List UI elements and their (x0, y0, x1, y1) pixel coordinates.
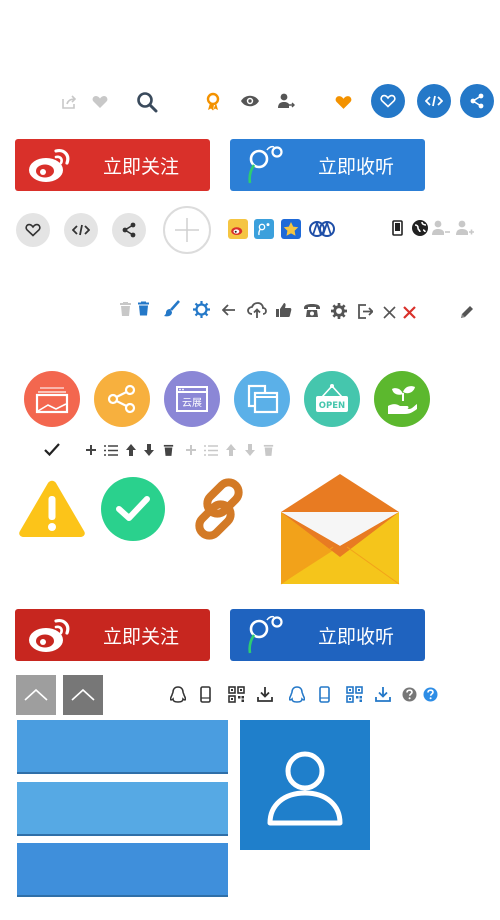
weibo-icon (15, 609, 85, 661)
share-button[interactable] (112, 213, 146, 247)
user-icon (267, 751, 343, 826)
download-icon[interactable] (375, 686, 391, 702)
qrcode-icon[interactable] (228, 686, 245, 703)
search-icon[interactable] (136, 91, 158, 113)
trash-icon[interactable] (137, 301, 150, 316)
follow-weibo-button[interactable]: 立即关注 (15, 609, 210, 661)
trash-icon[interactable] (119, 302, 132, 316)
scroll-top-button[interactable] (63, 675, 103, 715)
mobile-icon[interactable] (200, 686, 211, 703)
trash-icon[interactable] (263, 444, 274, 456)
heart-icon (25, 223, 41, 237)
follow-label: 立即关注 (103, 625, 180, 648)
tencent-weibo-icon (230, 139, 300, 191)
blue-tile[interactable] (17, 843, 228, 897)
eye-icon[interactable] (240, 94, 260, 108)
list-icon[interactable] (104, 445, 118, 456)
help-icon[interactable] (402, 687, 417, 702)
follow-label: 立即关注 (103, 155, 180, 178)
cloud-display-icon[interactable]: 云展 (164, 371, 220, 427)
link-icon (187, 475, 255, 543)
list-icon[interactable] (204, 445, 218, 456)
tencent-weibo-icon (230, 609, 300, 661)
close-icon[interactable] (403, 306, 416, 319)
brush-icon[interactable] (163, 300, 181, 318)
share-out-icon[interactable] (61, 94, 77, 110)
blue-tile[interactable] (17, 782, 228, 836)
weibo-icon (15, 139, 85, 191)
listen-qq-button[interactable]: 立即收听 (230, 609, 425, 661)
open-sign-label: OPEN (319, 401, 345, 411)
warning-icon (19, 480, 85, 538)
share-icon (122, 222, 136, 238)
scroll-top-button[interactable] (16, 675, 56, 715)
arrow-down-icon[interactable] (244, 444, 256, 456)
cloud-upload-icon[interactable] (247, 302, 267, 318)
listen-label: 立即收听 (318, 155, 395, 178)
cloud-label: 云展 (182, 397, 202, 409)
phone-icon[interactable] (303, 303, 321, 318)
listen-label: 立即收听 (318, 625, 395, 648)
check-icon[interactable] (44, 443, 60, 456)
user-avatar-tile[interactable] (240, 720, 370, 850)
pencil-icon[interactable] (459, 305, 474, 320)
heart-icon[interactable] (92, 95, 108, 109)
share-circle-icon[interactable] (460, 84, 494, 118)
code-circle-icon[interactable] (417, 84, 451, 118)
award-icon (205, 92, 221, 112)
qrcode-icon[interactable] (346, 686, 363, 703)
envelope-icon (280, 473, 400, 585)
code-button[interactable] (64, 213, 98, 247)
weibo-icon[interactable] (228, 219, 248, 239)
code-icon (72, 224, 90, 236)
close-icon[interactable] (383, 306, 396, 319)
open-sign-icon[interactable]: OPEN (304, 371, 360, 427)
gear-icon[interactable] (193, 301, 210, 318)
plus-icon (175, 218, 199, 242)
globe-icon[interactable] (411, 219, 429, 237)
arrow-up-icon[interactable] (125, 444, 137, 456)
user-follow-icon[interactable] (277, 93, 295, 109)
user-add-icon[interactable] (431, 220, 451, 236)
mobile-icon[interactable] (392, 220, 403, 236)
heart-button[interactable] (16, 213, 50, 247)
chevron-up-icon (24, 688, 48, 701)
share-icon[interactable] (94, 371, 150, 427)
renren-icon[interactable] (308, 220, 336, 238)
arrow-down-icon[interactable] (143, 444, 155, 456)
chevron-up-icon (71, 688, 95, 701)
qq-icon[interactable] (170, 686, 186, 704)
help-icon[interactable] (423, 687, 438, 702)
heart-filled-icon[interactable] (335, 95, 352, 110)
download-icon[interactable] (257, 686, 273, 702)
plant-hand-icon[interactable] (374, 371, 430, 427)
follow-weibo-button[interactable]: 立即关注 (15, 139, 210, 191)
tencent-weibo-icon[interactable] (254, 219, 274, 239)
arrow-left-icon[interactable] (222, 304, 236, 316)
user-add-icon[interactable] (455, 220, 475, 236)
mobile-icon[interactable] (319, 686, 330, 703)
check-circle-icon (101, 477, 165, 541)
add-button[interactable] (163, 206, 211, 254)
gear-icon[interactable] (331, 303, 347, 319)
plus-icon[interactable] (186, 445, 196, 455)
heart-circle-icon[interactable] (371, 84, 405, 118)
logout-icon[interactable] (357, 304, 373, 319)
thumbs-up-icon[interactable] (275, 302, 292, 318)
star-icon[interactable] (281, 219, 301, 239)
blue-tile[interactable] (17, 720, 228, 774)
window-icon[interactable] (234, 371, 290, 427)
trash-icon[interactable] (163, 444, 174, 456)
listen-qq-button[interactable]: 立即收听 (230, 139, 425, 191)
plus-icon[interactable] (86, 445, 96, 455)
arrow-up-icon[interactable] (225, 444, 237, 456)
picture-icon[interactable] (24, 371, 80, 427)
qq-icon[interactable] (289, 686, 305, 704)
